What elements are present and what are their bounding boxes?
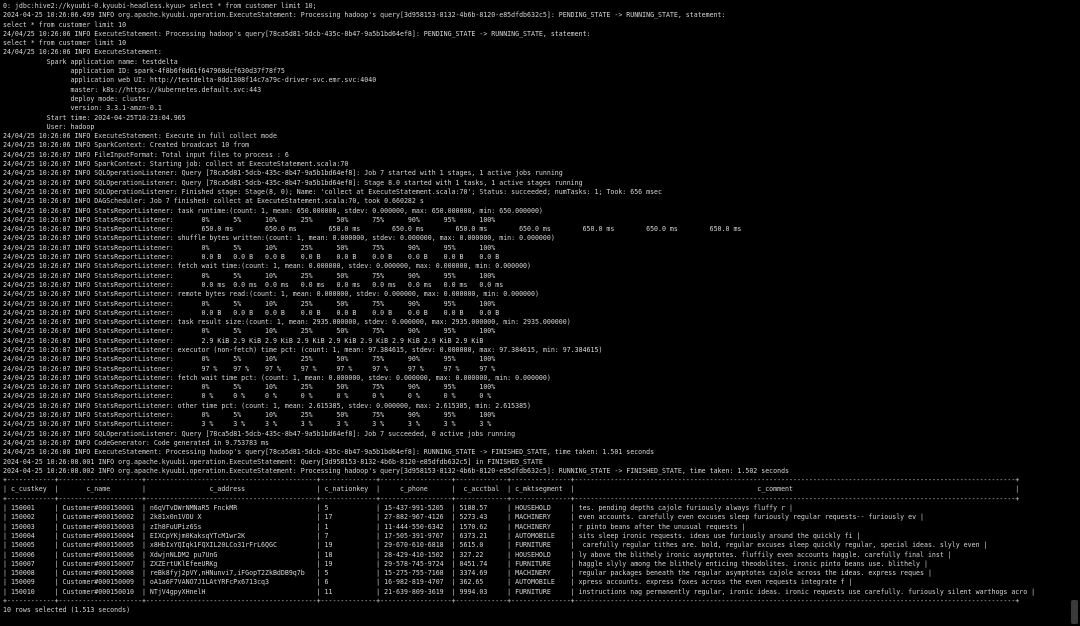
terminal-line: 24/04/25 10:26:07 INFO StatsReportListen… — [3, 411, 496, 420]
terminal-line: | 150002 | Customer#000150002 | 2k81x0n1… — [3, 513, 924, 522]
terminal-line: | 150003 | Customer#000150003 | zIh8FuUP… — [3, 522, 746, 531]
terminal-line: 24/04/25 10:26:07 INFO StatsReportListen… — [3, 383, 496, 392]
terminal-line: 2024-04-25 10:26:08.002 INFO org.apache.… — [3, 466, 790, 475]
terminal-line: select * from customer limit 10 — [3, 20, 127, 29]
terminal-output[interactable]: 0: jdbc:hive2://kyuubi-0.kyuubi-headless… — [3, 2, 1066, 626]
terminal-line: 10 rows selected (1.513 seconds) — [3, 606, 131, 615]
terminal-line: | 150004 | Customer#000150004 | EIXCpYKj… — [3, 531, 861, 540]
terminal-line: 24/04/25 10:26:07 INFO SQLOperationListe… — [3, 169, 563, 178]
terminal-line: 24/04/25 10:26:07 INFO StatsReportListen… — [3, 206, 543, 215]
terminal-line: 0: jdbc:hive2://kyuubi-0.kyuubi-headless… — [3, 2, 317, 10]
terminal-line: 24/04/25 10:26:07 INFO SparkContext: Sta… — [3, 160, 349, 169]
terminal-line: 24/04/25 10:26:07 INFO StatsReportListen… — [3, 234, 555, 243]
terminal-line: 24/04/25 10:26:07 INFO StatsReportListen… — [3, 299, 496, 308]
terminal-line: 24/04/25 10:26:07 INFO FileInputFormat: … — [3, 150, 289, 159]
terminal-line: +------------+---------------------+----… — [3, 476, 1020, 485]
terminal-line: master: k8s://https://kubernetes.default… — [3, 85, 262, 94]
terminal-line: 24/04/25 10:26:07 INFO SQLOperationListe… — [3, 178, 583, 187]
terminal-line: application ID: spark-4f8b6f0d61f647968d… — [3, 67, 285, 76]
terminal-line: | 150008 | Customer#000150008 | reBk8fyj… — [3, 569, 932, 578]
terminal-line: 24/04/25 10:26:07 INFO StatsReportListen… — [3, 215, 496, 224]
terminal-line: 24/04/25 10:26:07 INFO StatsReportListen… — [3, 225, 742, 234]
terminal-line: 2024-04-25 10:26:08.001 INFO org.apache.… — [3, 457, 543, 466]
terminal-line: 24/04/25 10:26:07 INFO StatsReportListen… — [3, 308, 500, 317]
terminal-line: 24/04/25 10:26:07 INFO StatsReportListen… — [3, 271, 496, 280]
terminal-line: | 150005 | Customer#000150005 | x8HbIxYQ… — [3, 541, 988, 550]
terminal-line: +------------+---------------------+----… — [3, 494, 1020, 503]
terminal-line: | 150007 | Customer#000150007 | ZXZErtUK… — [3, 559, 928, 568]
terminal-line: | 150001 | Customer#000150001 | n6qVTvDW… — [3, 504, 793, 513]
terminal-line: 24/04/25 10:26:07 INFO StatsReportListen… — [3, 336, 484, 345]
scrollbar-thumb[interactable] — [1071, 600, 1078, 624]
terminal-line: 24/04/25 10:26:06 INFO SparkContext: Cre… — [3, 141, 250, 150]
terminal-line: 24/04/25 10:26:07 INFO StatsReportListen… — [3, 345, 603, 354]
terminal-line: 24/04/25 10:26:06 INFO ExecuteStatement:… — [3, 29, 591, 38]
terminal-line: 24/04/25 10:26:07 INFO StatsReportListen… — [3, 392, 492, 401]
scrollbar-track[interactable] — [1068, 0, 1080, 626]
terminal-line: 24/04/25 10:26:07 INFO StatsReportListen… — [3, 262, 531, 271]
terminal-line: | 150009 | Customer#000150009 | oA1a6F7V… — [3, 578, 853, 587]
terminal-line: application web UI: http://testdelta-0dd… — [3, 76, 377, 85]
terminal-line: 24/04/25 10:26:07 INFO StatsReportListen… — [3, 420, 492, 429]
terminal-line: 24/04/25 10:26:07 INFO SQLOperationListe… — [3, 187, 662, 196]
terminal-line: 24/04/25 10:26:07 INFO StatsReportListen… — [3, 373, 551, 382]
terminal-line: +------------+---------------------+----… — [3, 597, 1020, 605]
terminal-line: | c_custkey | c_name | c_address | c_nat… — [3, 485, 1020, 494]
terminal-line: 24/04/25 10:26:07 INFO SQLOperationListe… — [3, 429, 516, 438]
terminal-line: deploy mode: cluster — [3, 94, 150, 103]
terminal-line: version: 3.3.1-amzn-0.1 — [3, 104, 162, 113]
terminal-line: 24/04/25 10:26:07 INFO StatsReportListen… — [3, 290, 539, 299]
terminal-line: User: hadoop — [3, 122, 95, 131]
terminal-line: | 150006 | Customer#000150006 | XdwjnNLD… — [3, 550, 952, 559]
terminal-line: 24/04/25 10:26:07 INFO StatsReportListen… — [3, 318, 571, 327]
terminal-line: 24/04/25 10:26:07 INFO StatsReportListen… — [3, 401, 531, 410]
terminal-line: Start time: 2024-04-25T10:23:04.965 — [3, 113, 186, 122]
terminal-line: 24/04/25 10:26:07 INFO StatsReportListen… — [3, 243, 496, 252]
terminal-line: select * from customer limit 10 — [3, 39, 127, 48]
terminal-line: 24/04/25 10:26:07 INFO StatsReportListen… — [3, 364, 496, 373]
terminal-line: 24/04/25 10:26:07 INFO StatsReportListen… — [3, 280, 504, 289]
terminal-line: 24/04/25 10:26:07 INFO StatsReportListen… — [3, 355, 496, 364]
terminal-line: 2024-04-25 10:26:06.499 INFO org.apache.… — [3, 11, 726, 20]
terminal-line: 24/04/25 10:26:07 INFO StatsReportListen… — [3, 327, 496, 336]
terminal-line: 24/04/25 10:26:07 INFO CodeGenerator: Co… — [3, 438, 269, 447]
terminal-line: 24/04/25 10:26:07 INFO StatsReportListen… — [3, 253, 500, 262]
terminal-line: | 150010 | Customer#000150010 | NTjV4gpy… — [3, 587, 1036, 596]
terminal-line: 24/04/25 10:26:08 INFO ExecuteStatement:… — [3, 448, 655, 457]
terminal-line: 24/04/25 10:26:06 INFO ExecuteStatement: — [3, 48, 162, 57]
terminal-line: 24/04/25 10:26:06 INFO ExecuteStatement:… — [3, 132, 277, 141]
terminal-line: Spark application name: testdelta — [3, 57, 178, 66]
terminal-line: 24/04/25 10:26:07 INFO DAGScheduler: Job… — [3, 197, 424, 206]
